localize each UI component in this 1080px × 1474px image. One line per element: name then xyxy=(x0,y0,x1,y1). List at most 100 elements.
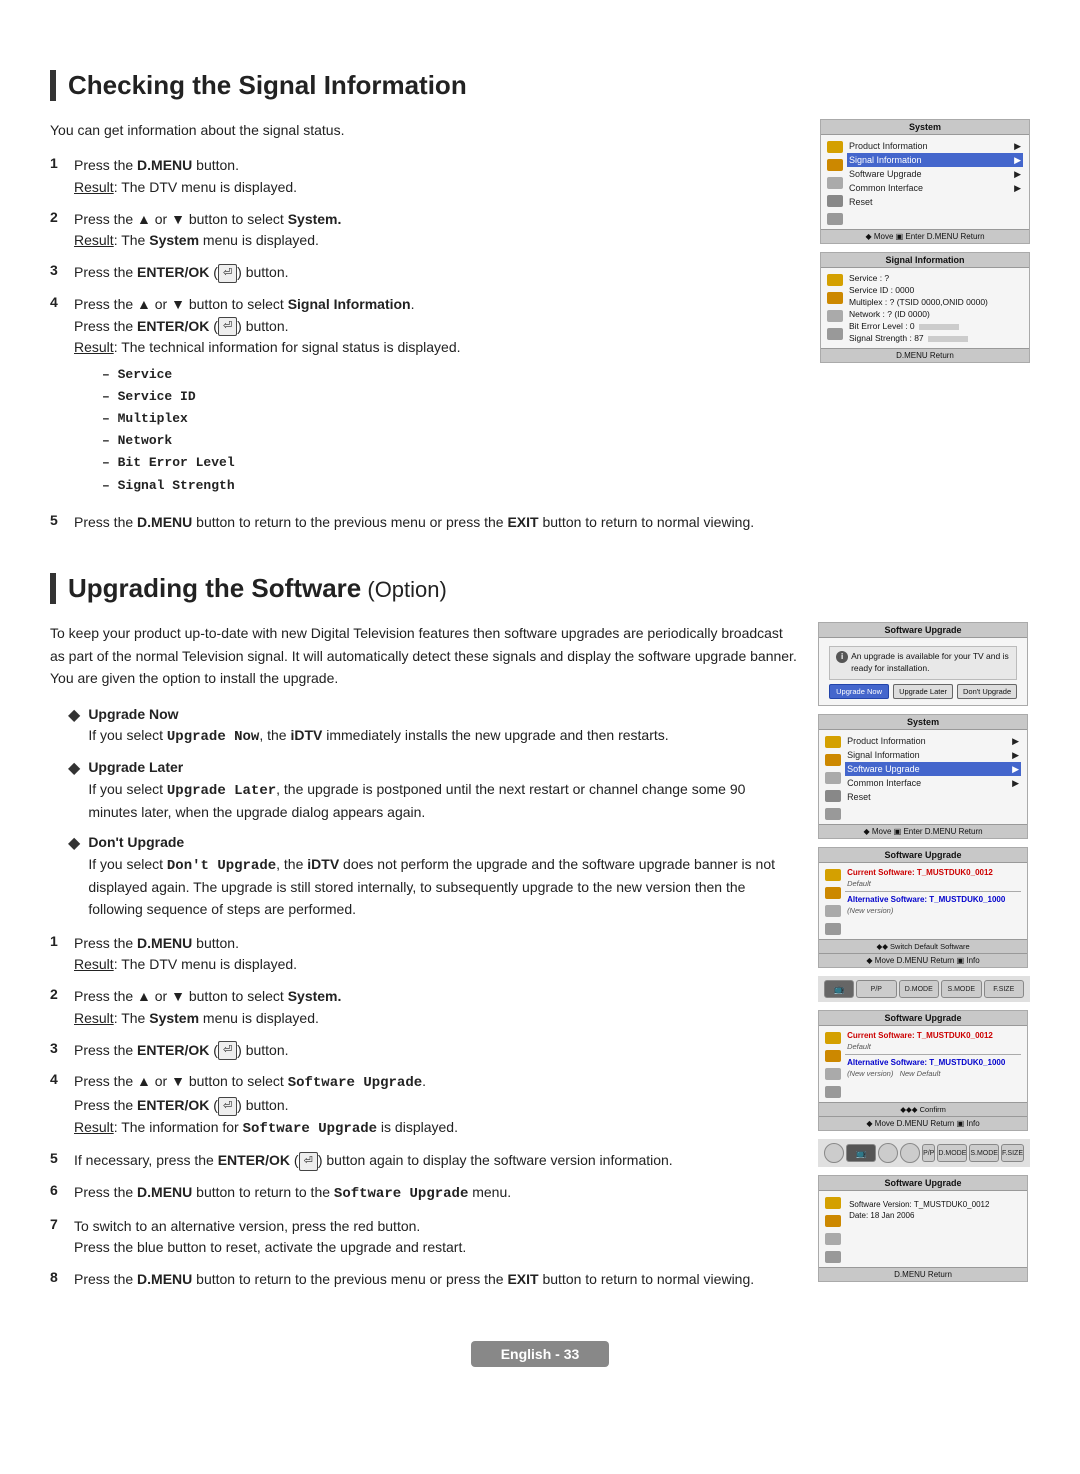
new-version-label: (New version) New Default xyxy=(845,1068,1021,1079)
signal-screenshots: System Product Information ▶ Signal Info… xyxy=(820,119,1030,363)
upgrade-buttons: Upgrade Now Upgrade Later Don't Upgrade xyxy=(829,684,1017,699)
step-num: 2 xyxy=(50,209,66,225)
screen-icons xyxy=(827,272,843,344)
icon-3 xyxy=(825,1233,841,1245)
icon-4 xyxy=(825,1086,841,1098)
step-num: 8 xyxy=(50,1269,66,1285)
dmode-btn[interactable]: D.MODE xyxy=(899,980,939,998)
icon-4 xyxy=(827,328,843,340)
circle-btn-3[interactable] xyxy=(900,1143,920,1163)
footer-badge: English - 33 xyxy=(471,1341,610,1367)
menu-item-highlighted: Signal Information ▶ xyxy=(847,153,1023,167)
step-num: 1 xyxy=(50,155,66,171)
dont-upgrade-btn[interactable]: Don't Upgrade xyxy=(957,684,1017,699)
signal-section: Checking the Signal Information You can … xyxy=(50,70,1030,543)
screen-title: System xyxy=(819,715,1027,730)
screen-title: Software Upgrade xyxy=(819,848,1027,863)
bullet-content: Don't Upgrade If you select Don't Upgrad… xyxy=(88,832,798,921)
upgrade-now-label: Upgrade Now xyxy=(88,706,178,722)
signal-step-3: 3 Press the ENTER/OK (⏎) button. xyxy=(50,262,800,284)
dmode-btn-2[interactable]: D.MODE xyxy=(937,1144,967,1162)
sw-version-screen: Software Upgrade Software Version: T_MUS… xyxy=(818,1175,1028,1282)
upgrade-later-btn[interactable]: Upgrade Later xyxy=(893,684,953,699)
p-btn-2[interactable]: P/P xyxy=(922,1144,935,1162)
result-label: Result xyxy=(74,956,114,972)
upgrade-step-6: 6 Press the D.MENU button to return to t… xyxy=(50,1182,798,1206)
menu-item: Common Interface ▶ xyxy=(845,776,1021,790)
icon-5 xyxy=(827,213,843,225)
sub-item: Service xyxy=(102,365,800,385)
sub-item: Service ID xyxy=(102,387,800,407)
icon-5 xyxy=(825,808,841,820)
step-content: Press the D.MENU button to return to the… xyxy=(74,1182,798,1206)
step-content: If necessary, press the ENTER/OK (⏎) but… xyxy=(74,1150,798,1172)
upgrade-text-col: To keep your product up-to-date with new… xyxy=(50,622,798,1300)
p-btn[interactable]: P/P xyxy=(856,980,896,998)
screen-footer: D.MENU Return xyxy=(819,1267,1027,1281)
signal-info-label: Signal Information xyxy=(288,296,411,312)
upgrade-now-code: Upgrade Now xyxy=(167,729,259,745)
icon-tv xyxy=(825,736,841,748)
result-label: Result xyxy=(74,179,114,195)
system-label: System. xyxy=(288,211,342,227)
screen-footer: ◆ Move ▣ Enter D.MENU Return xyxy=(819,824,1027,838)
bullet-icon: ◆ xyxy=(68,833,80,853)
step-num: 6 xyxy=(50,1182,66,1198)
step-content: To switch to an alternative version, pre… xyxy=(74,1216,798,1259)
signal-sub-list: Service Service ID Multiplex Network Bit… xyxy=(102,365,800,496)
step-num: 4 xyxy=(50,294,66,310)
upgrade-now-btn[interactable]: Upgrade Now xyxy=(829,684,889,699)
menu-item: Product Information ▶ xyxy=(847,139,1023,153)
menu-item: Reset xyxy=(845,790,1021,803)
icon-4 xyxy=(825,1251,841,1263)
fsz-btn-2[interactable]: F.SIZE xyxy=(1001,1144,1024,1162)
icon-3 xyxy=(825,1068,841,1080)
sw-version-info: Software Version: T_MUSTDUK0_0012 Date: … xyxy=(845,1195,1021,1263)
date-row: Date: 18 Jan 2006 xyxy=(845,1210,1021,1221)
result-label: Result xyxy=(74,232,114,248)
menu-item: Product Information ▶ xyxy=(845,734,1021,748)
upgrade-step-8: 8 Press the D.MENU button to return to t… xyxy=(50,1269,798,1291)
signal-row: Network : ? (ID 0000) xyxy=(847,308,1023,320)
sub-item: Bit Error Level xyxy=(102,453,800,473)
enterok-label: ENTER/OK xyxy=(137,264,209,280)
remote-row-2: 📺 P/P D.MODE S.MODE F.SIZE xyxy=(818,1139,1030,1167)
smode-btn-2[interactable]: S.MODE xyxy=(969,1144,999,1162)
step-num: 5 xyxy=(50,512,66,528)
system-menu-screen: System Product Information ▶ Signal Info… xyxy=(820,119,1030,244)
circle-btn-1[interactable] xyxy=(824,1143,844,1163)
new-version-label: (New version) xyxy=(845,905,1021,916)
screen-footer-switch: ◆◆ Switch Default Software xyxy=(819,939,1027,953)
upgrade-section: Upgrading the Software (Option) To keep … xyxy=(50,573,1030,1300)
upgrade-banner-screen: Software Upgrade i An upgrade is availab… xyxy=(818,622,1028,706)
screen-icons xyxy=(825,1030,841,1098)
step-num: 2 xyxy=(50,986,66,1002)
page-footer: English - 33 xyxy=(50,1341,1030,1367)
sub-item: Network xyxy=(102,431,800,451)
icon-tv xyxy=(825,869,841,881)
menu-item-highlighted: Software Upgrade ▶ xyxy=(845,762,1021,776)
version-row: Software Version: T_MUSTDUK0_0012 xyxy=(845,1199,1021,1210)
info-icon: i xyxy=(836,651,848,663)
system-menu-screen-2: System Product Information ▶ Signal Info… xyxy=(818,714,1028,839)
icon-tv xyxy=(825,1032,841,1044)
icon-tv xyxy=(825,1197,841,1209)
screen-footer: ◆ Move ▣ Enter D.MENU Return xyxy=(821,229,1029,243)
signal-text-col: You can get information about the signal… xyxy=(50,119,800,543)
bullet-dont-upgrade: ◆ Don't Upgrade If you select Don't Upgr… xyxy=(68,832,798,921)
screen-menu: Product Information ▶ Signal Information… xyxy=(845,734,1021,820)
step-content: Press the ENTER/OK (⏎) button. xyxy=(74,262,800,284)
menu-item: Software Upgrade ▶ xyxy=(847,167,1023,181)
step-content: Press the D.MENU button to return to the… xyxy=(74,512,800,534)
step-num: 3 xyxy=(50,1040,66,1056)
bullet-icon: ◆ xyxy=(68,705,80,725)
step-content: Press the ▲ or ▼ button to select Softwa… xyxy=(74,1071,798,1140)
fsz-btn[interactable]: F.SIZE xyxy=(984,980,1024,998)
signal-step-4: 4 Press the ▲ or ▼ button to select Sign… xyxy=(50,294,800,502)
circle-btn-2[interactable] xyxy=(878,1143,898,1163)
screen-footer-confirm: ◆◆◆ Confirm xyxy=(819,1102,1027,1116)
screen-footer: D.MENU Return xyxy=(821,348,1029,362)
screen-title: Software Upgrade xyxy=(819,1011,1027,1026)
step-num: 7 xyxy=(50,1216,66,1232)
smode-btn[interactable]: S.MODE xyxy=(941,980,981,998)
